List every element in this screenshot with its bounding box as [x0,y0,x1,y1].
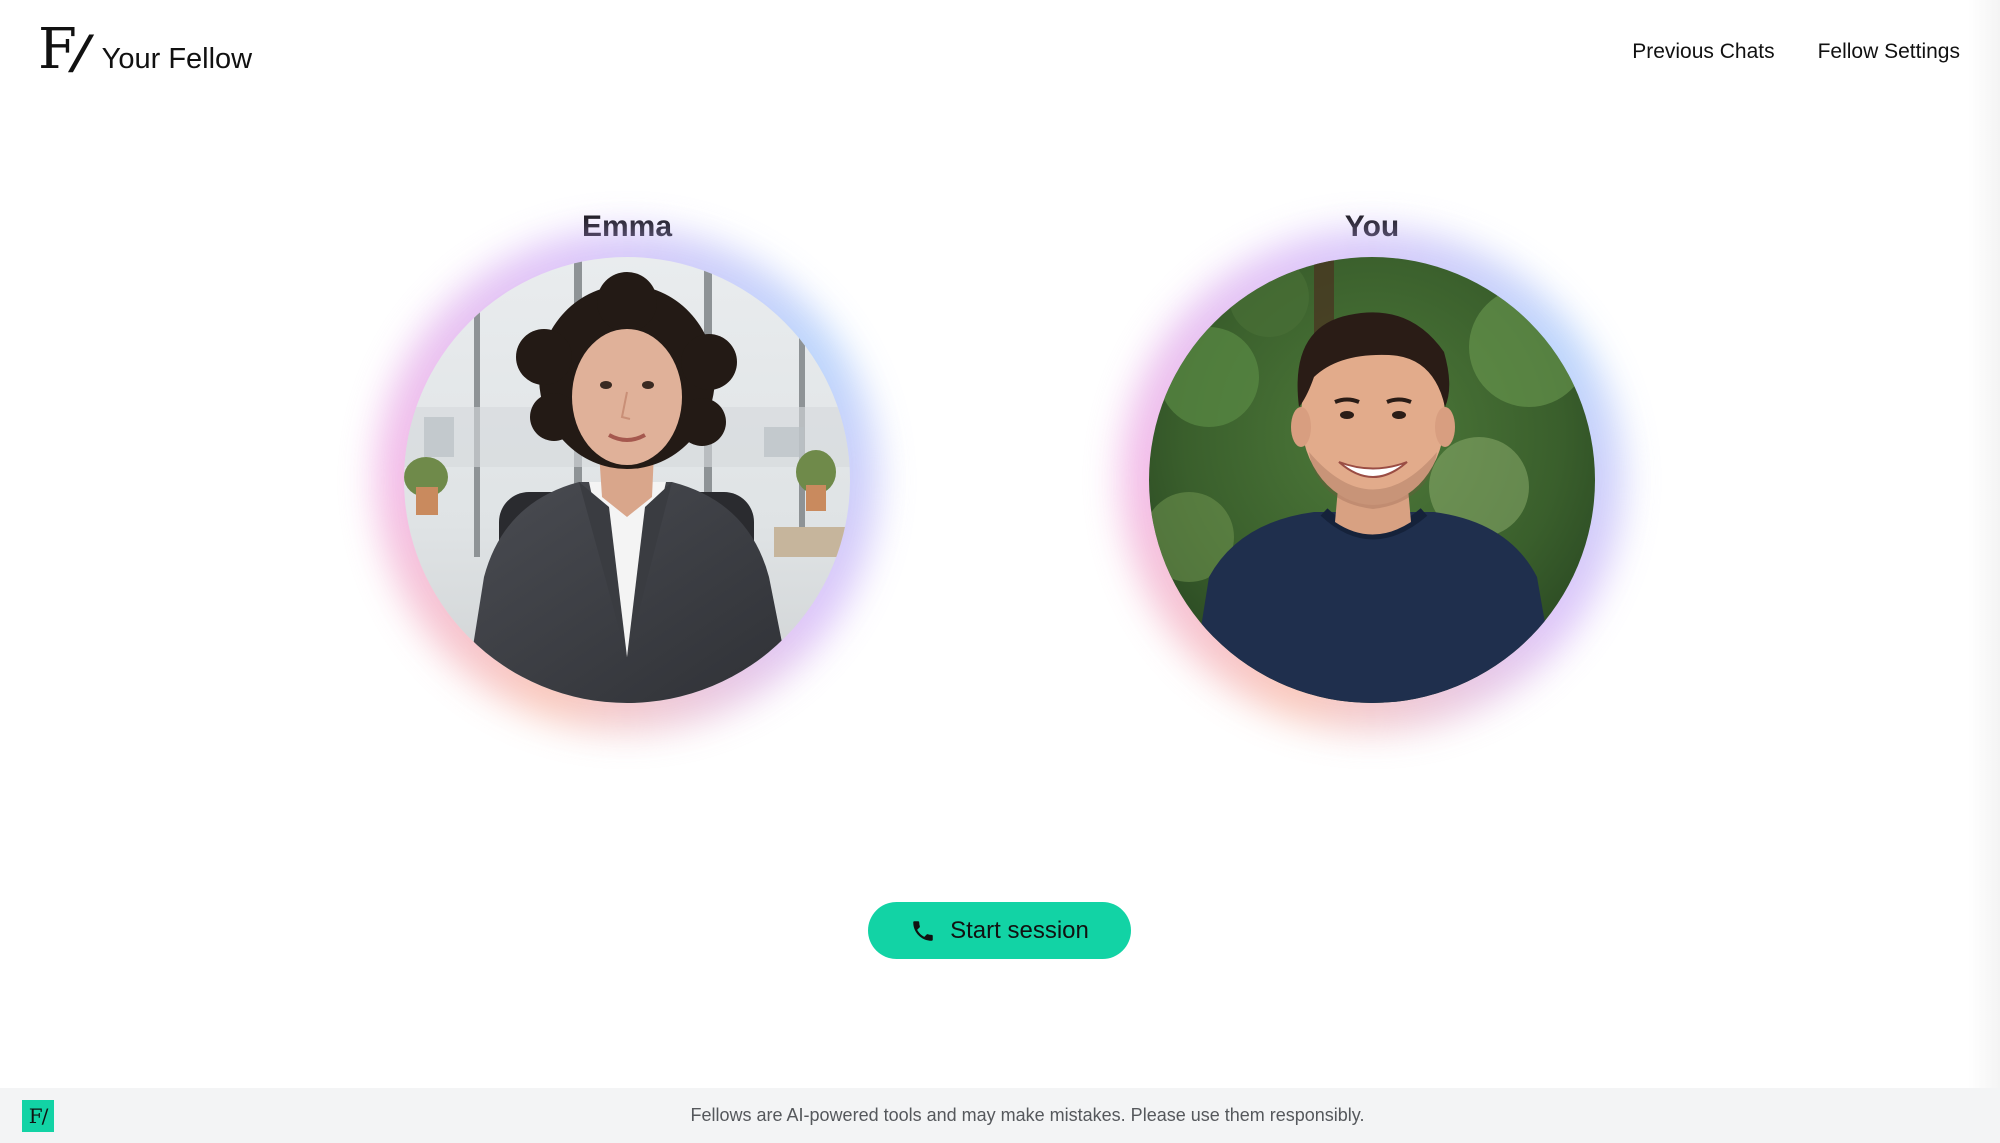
fellow-portrait-image [404,257,850,703]
user-avatar [1149,257,1595,703]
nav-fellow-settings[interactable]: Fellow Settings [1818,40,1960,64]
user-avatar-container [1121,229,1623,731]
brand-name: Your Fellow [101,43,253,75]
fellow-participant: Emma [376,205,878,731]
fellow-avatar-container [376,229,878,731]
user-portrait-image [1149,257,1595,703]
top-nav: Previous Chats Fellow Settings [1632,40,1960,64]
start-session-button[interactable]: Start session [868,902,1131,959]
start-session-label: Start session [950,916,1089,944]
user-participant: You [1121,205,1623,731]
fellow-avatar [404,257,850,703]
top-header: F/ Your Fellow Previous Chats Fellow Set… [0,0,2000,110]
brand-home-link[interactable]: F/ Your Fellow [38,17,253,82]
page: F/ Your Fellow Previous Chats Fellow Set… [0,0,2000,1143]
ai-disclaimer: Fellows are AI-powered tools and may mak… [690,1105,1365,1125]
scroll-shade [1968,0,2000,1088]
phone-icon [913,920,933,941]
fellow-logo-icon: F/ [38,17,95,82]
nav-previous-chats[interactable]: Previous Chats [1632,40,1774,64]
footer: F/ Fellows are AI-powered tools and may … [0,1088,2000,1143]
